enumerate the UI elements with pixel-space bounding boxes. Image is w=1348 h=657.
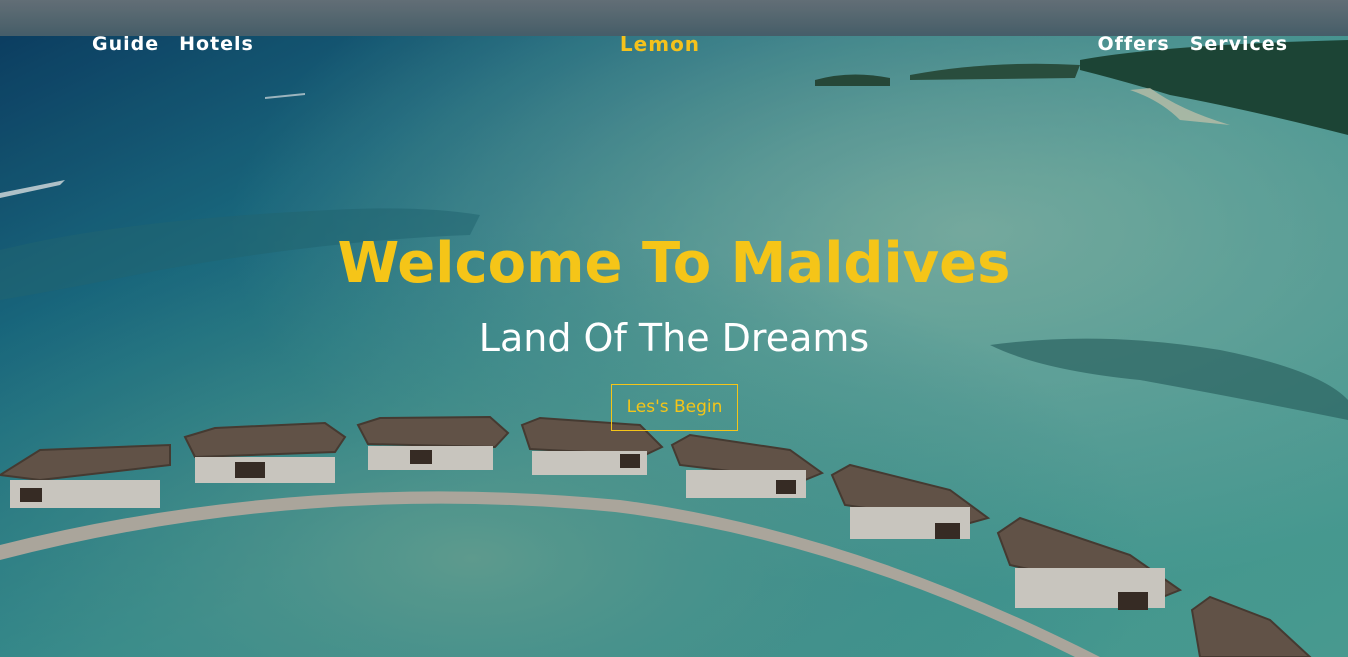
- begin-button[interactable]: Les's Begin: [611, 384, 738, 431]
- nav-right: Offers Services: [1097, 33, 1288, 55]
- hero-section: Guide Hotels Lemon Offers Services Welco…: [0, 0, 1348, 657]
- nav-link-offers[interactable]: Offers: [1097, 33, 1169, 55]
- hero-subtitle: Land Of The Dreams: [478, 316, 870, 360]
- hero-title: Welcome To Maldives: [337, 231, 1011, 296]
- nav-link-services[interactable]: Services: [1190, 33, 1288, 55]
